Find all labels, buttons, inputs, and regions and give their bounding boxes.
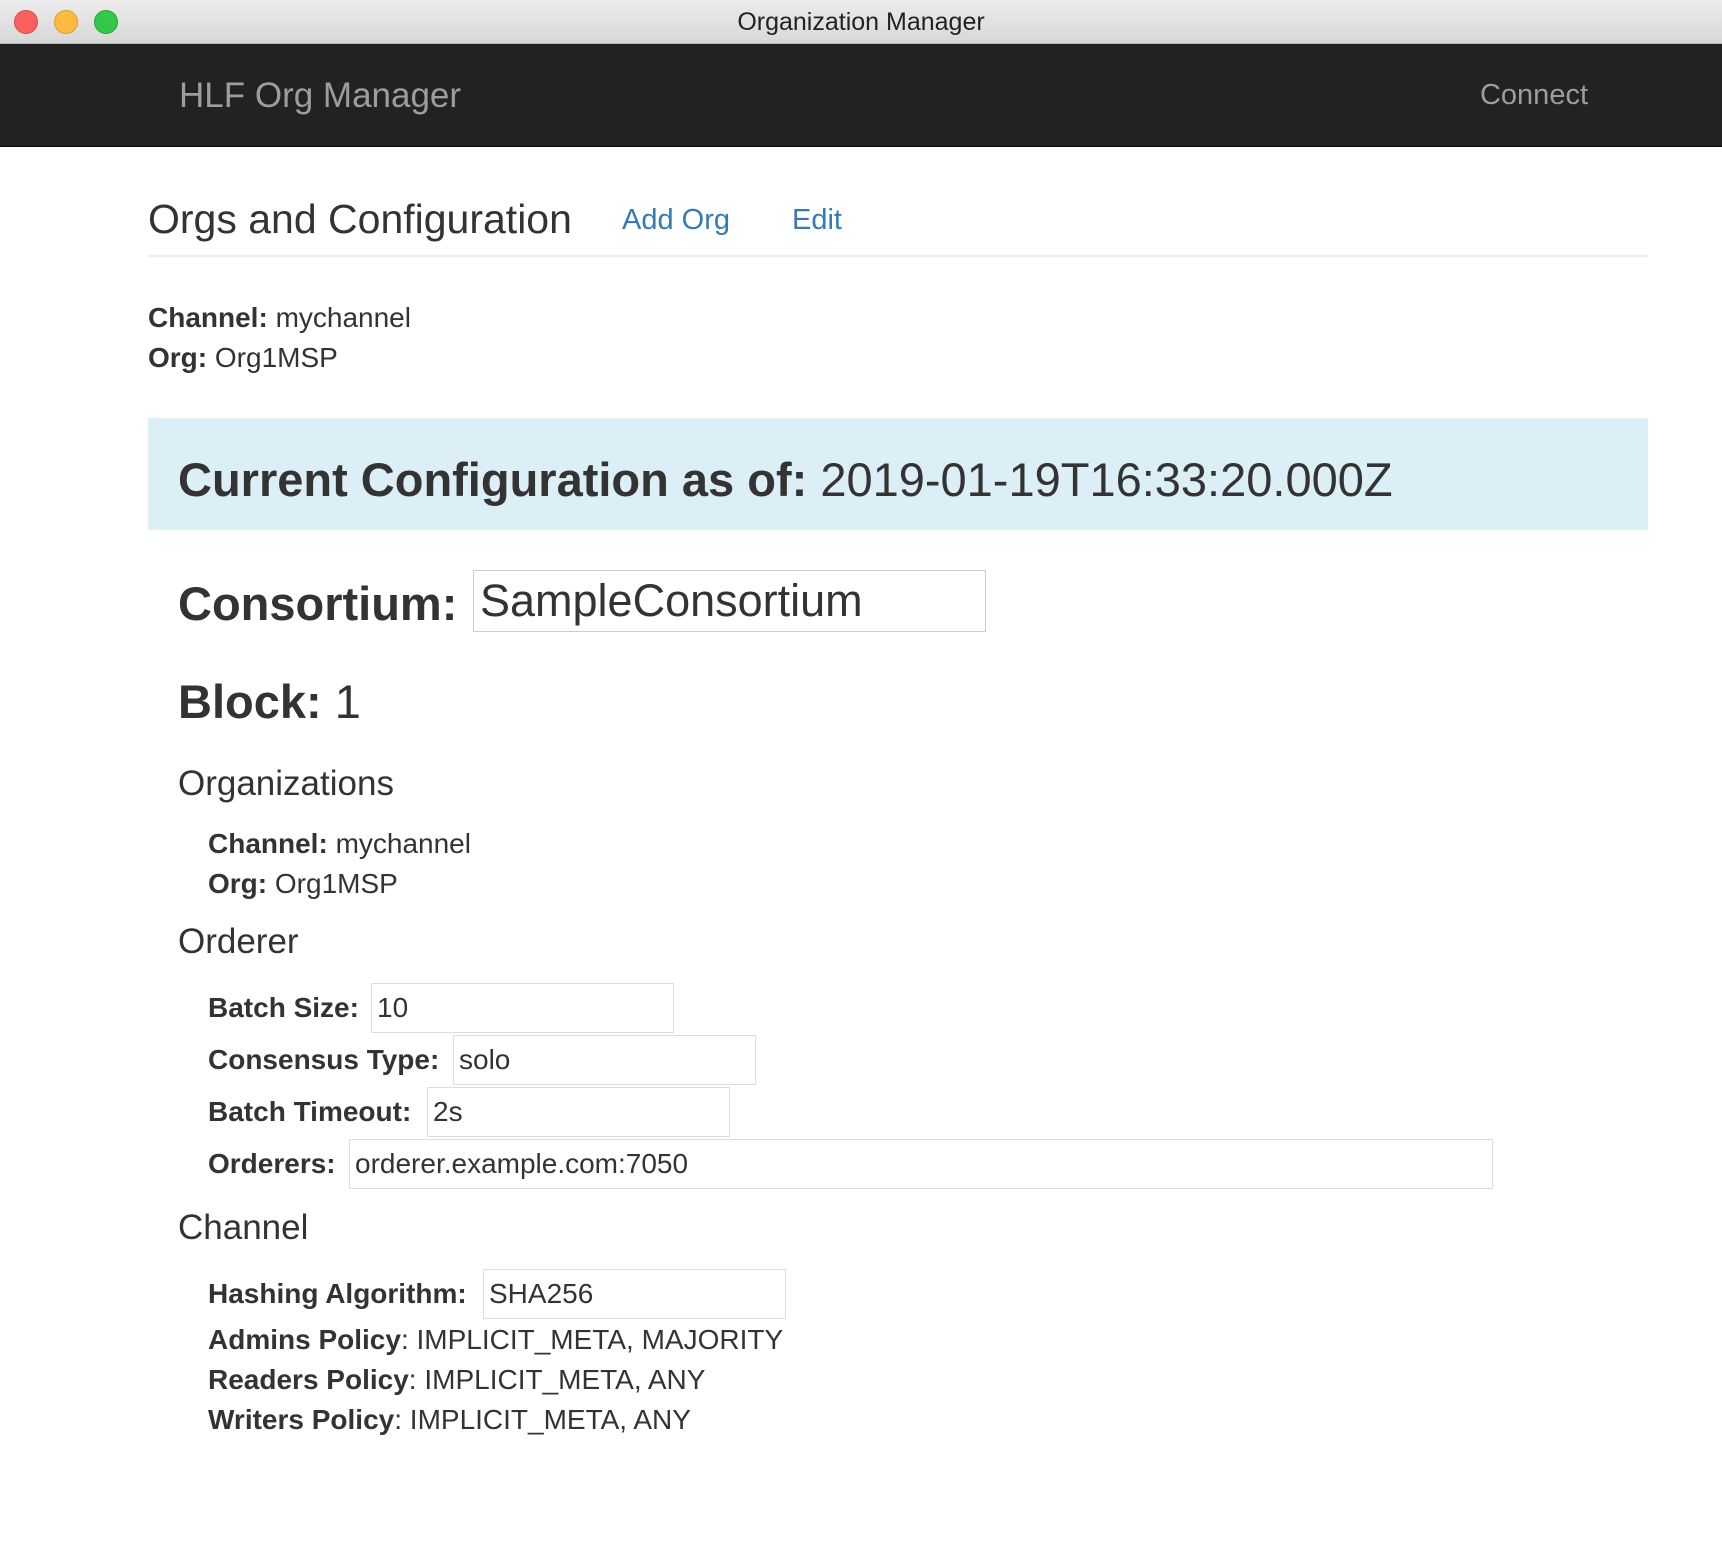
page-title: Orgs and Configuration — [148, 196, 572, 242]
admins-policy-value: : IMPLICIT_META, MAJORITY — [400, 1324, 784, 1355]
consortium-label: Consortium: — [178, 577, 458, 630]
window-title: Organization Manager — [737, 8, 985, 36]
writers-policy-label: Writers Policy — [208, 1404, 395, 1435]
consensus-type-input[interactable] — [453, 1035, 756, 1085]
consensus-type-label: Consensus Type: — [208, 1044, 440, 1075]
consortium-input[interactable] — [473, 570, 986, 632]
summary-channel-label: Channel: — [148, 302, 268, 333]
configuration-banner: Current Configuration as of: 2019-01-19T… — [148, 418, 1648, 530]
navbar: HLF Org Manager Connect — [0, 44, 1722, 147]
edit-link[interactable]: Edit — [792, 204, 842, 237]
organizations-channel-value: mychannel — [335, 828, 471, 859]
window-titlebar: Organization Manager — [0, 0, 1722, 44]
organizations-heading: Organizations — [178, 764, 394, 803]
page-header: Orgs and Configuration Add Org Edit — [148, 190, 1648, 257]
summary-channel-value: mychannel — [275, 302, 411, 333]
organizations-org-value: Org1MSP — [274, 868, 398, 899]
summary-org: Org: Org1MSP — [148, 342, 338, 374]
writers-policy: Writers Policy: IMPLICIT_META, ANY — [208, 1404, 691, 1436]
batch-timeout-input[interactable] — [427, 1087, 730, 1137]
writers-policy-value: : IMPLICIT_META, ANY — [394, 1404, 691, 1435]
admins-policy-label: Admins Policy — [208, 1324, 401, 1355]
batch-size-input[interactable] — [371, 983, 674, 1033]
orderer-heading: Orderer — [178, 922, 299, 961]
hashing-algorithm-label: Hashing Algorithm: — [208, 1278, 467, 1309]
configuration-timestamp: 2019-01-19T16:33:20.000Z — [820, 453, 1393, 506]
hashing-algorithm-input[interactable] — [483, 1269, 786, 1319]
readers-policy-value: : IMPLICIT_META, ANY — [408, 1364, 706, 1395]
block-label: Block: — [178, 675, 322, 728]
batch-size-label: Batch Size: — [208, 992, 359, 1023]
batch-timeout-label: Batch Timeout: — [208, 1096, 412, 1127]
organizations-org: Org: Org1MSP — [208, 868, 398, 900]
block-number: Block: 1 — [178, 674, 361, 729]
orderers-input[interactable] — [349, 1139, 1493, 1189]
configuration-heading: Current Configuration as of: 2019-01-19T… — [178, 452, 1393, 507]
summary-org-label: Org: — [148, 342, 208, 373]
summary-channel: Channel: mychannel — [148, 302, 411, 334]
readers-policy: Readers Policy: IMPLICIT_META, ANY — [208, 1364, 705, 1396]
readers-policy-label: Readers Policy — [208, 1364, 409, 1395]
summary-org-value: Org1MSP — [214, 342, 338, 373]
block-value: 1 — [334, 675, 361, 728]
organizations-channel: Channel: mychannel — [208, 828, 471, 860]
connect-link[interactable]: Connect — [1480, 44, 1588, 147]
organizations-org-label: Org: — [208, 868, 268, 899]
channel-heading: Channel — [178, 1208, 309, 1247]
orderers-label: Orderers: — [208, 1148, 336, 1179]
add-org-link[interactable]: Add Org — [622, 204, 730, 237]
organizations-channel-label: Channel: — [208, 828, 328, 859]
admins-policy: Admins Policy: IMPLICIT_META, MAJORITY — [208, 1324, 783, 1356]
configuration-heading-label: Current Configuration as of: — [178, 453, 808, 506]
navbar-brand[interactable]: HLF Org Manager — [179, 44, 461, 147]
